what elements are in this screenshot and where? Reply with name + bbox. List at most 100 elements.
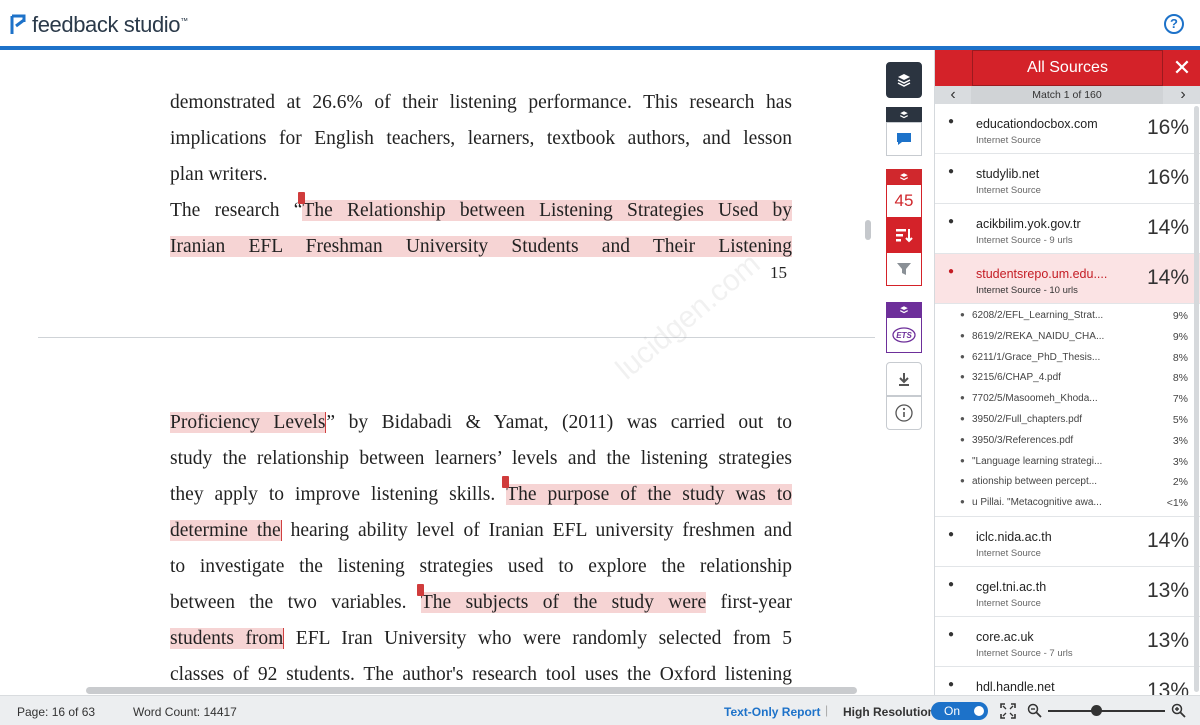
filter-button[interactable]: [886, 252, 922, 286]
match-highlight[interactable]: determine the: [170, 520, 282, 541]
text-line: implications for English teachers, learn…: [170, 128, 792, 149]
panel-title[interactable]: All Sources: [972, 50, 1163, 86]
sub-source-item[interactable]: ● 6211/1/Grace_PhD_Thesis... 8%: [935, 348, 1200, 369]
similarity-score-button[interactable]: 45: [886, 184, 922, 218]
help-button[interactable]: ?: [1164, 14, 1184, 34]
bullet-icon: ●: [948, 216, 955, 227]
page-divider: [38, 337, 875, 338]
toggle-label: On: [944, 704, 961, 718]
feedback-studio-logo-icon: [10, 12, 28, 38]
close-icon[interactable]: ✕: [1163, 50, 1200, 86]
sub-source-item[interactable]: ● "Language learning strategi... 3%: [935, 452, 1200, 473]
bullet-icon: ●: [960, 372, 965, 382]
source-type: Internet Source - 10 urls: [976, 285, 1078, 296]
source-name: studylib.net: [976, 167, 1040, 181]
sub-source-name: "Language learning strategi...: [972, 455, 1103, 467]
chevron-right-icon[interactable]: ›: [1165, 86, 1200, 104]
sub-source-name: 6211/1/Grace_PhD_Thesis...: [972, 351, 1101, 363]
match-highlight[interactable]: The purpose of the study was to: [506, 484, 792, 505]
sub-source-item[interactable]: ● 6208/2/EFL_Learning_Strat... 9%: [935, 306, 1200, 327]
sub-source-name: 6208/2/EFL_Learning_Strat...: [972, 310, 1104, 321]
source-item[interactable]: ● iclc.nida.ac.th Internet Source 14%: [935, 517, 1200, 567]
zoom-slider-thumb[interactable]: [1091, 705, 1102, 716]
match-highlight[interactable]: students from: [170, 628, 285, 649]
match-navigation: ‹ Match 1 of 160 ›: [935, 86, 1200, 104]
zoom-in-icon[interactable]: [1171, 703, 1186, 718]
source-percent: 13%: [1146, 578, 1189, 602]
bullet-icon: ●: [948, 116, 955, 127]
match-highlight[interactable]: Proficiency Levels: [170, 412, 327, 433]
text-line: to investigate the listening strategies …: [170, 556, 792, 577]
text-line: Proficiency Levels” by Bidabadi & Yamat,…: [170, 412, 792, 433]
match-counter: Match 1 of 160: [971, 86, 1163, 104]
match-highlight[interactable]: Iranian EFL Freshman University Students…: [170, 236, 792, 257]
page-number: 15: [770, 263, 787, 282]
match-highlight[interactable]: The subjects of the study were: [420, 592, 707, 613]
horizontal-scrollbar[interactable]: [86, 687, 857, 694]
bullet-icon: ●: [960, 497, 965, 507]
text-line: demonstrated at 26.6% of their listening…: [170, 92, 792, 113]
panel-header: All Sources ✕: [935, 50, 1200, 86]
sub-source-item[interactable]: ● u Pillai. "Metacognitive awa... <1%: [935, 493, 1200, 514]
bullet-icon: ●: [960, 476, 965, 486]
top-bar: feedback studio™ ?: [0, 0, 1200, 50]
bullet-icon: ●: [948, 628, 955, 640]
bullet-icon: ●: [948, 266, 955, 277]
sources-panel: All Sources ✕ ‹ Match 1 of 160 › ● educa…: [934, 50, 1200, 695]
word-count: Word Count: 14417: [133, 705, 237, 719]
bullet-icon: ●: [960, 330, 965, 340]
etrater-layer-tab: [886, 302, 922, 317]
text-line: study the relationship between learners’…: [170, 448, 792, 469]
info-button[interactable]: [886, 396, 922, 430]
match-highlight[interactable]: The Relationship between Listening Strat…: [302, 200, 792, 221]
vertical-scrollbar[interactable]: [865, 220, 871, 240]
document-page-15: demonstrated at 26.6% of their listening…: [170, 85, 792, 265]
page-indicator: Page: 16 of 63: [17, 705, 96, 719]
sub-source-percent: 3%: [1172, 434, 1188, 447]
source-name: hdl.handle.net: [976, 679, 1055, 694]
source-item[interactable]: ● hdl.handle.net Internet Source - 7 url…: [935, 667, 1200, 695]
sub-source-item[interactable]: ● 8619/2/REKA_NAIDU_CHA... 9%: [935, 327, 1200, 348]
source-name: iclc.nida.ac.th: [976, 529, 1052, 544]
layers-icon: [899, 172, 909, 180]
sub-source-item[interactable]: ● 3950/2/Full_chapters.pdf 5%: [935, 410, 1200, 431]
source-item[interactable]: ● studylib.net Internet Source 16%: [935, 154, 1200, 204]
layers-button[interactable]: [886, 62, 922, 98]
source-percent: 13%: [1146, 628, 1189, 652]
match-overview-button[interactable]: [886, 218, 922, 252]
source-percent: 16%: [1146, 166, 1189, 189]
panel-scrollbar[interactable]: [1194, 106, 1199, 692]
sub-source-item[interactable]: ● 7702/5/Masoomeh_Khoda... 7%: [935, 389, 1200, 410]
source-item-selected[interactable]: ● studentsrepo.um.edu.... Internet Sourc…: [935, 254, 1200, 304]
text-only-report-link[interactable]: Text-Only Report: [724, 705, 820, 719]
high-resolution-toggle[interactable]: On: [931, 702, 988, 720]
source-name: cgel.tni.ac.th: [976, 579, 1047, 594]
download-button[interactable]: [886, 362, 922, 396]
download-icon: [899, 373, 909, 386]
source-list: ● educationdocbox.com Internet Source 16…: [935, 104, 1200, 695]
source-type: Internet Source: [976, 597, 1041, 609]
zoom-slider-track[interactable]: [1048, 710, 1165, 712]
ets-button[interactable]: ETS: [886, 317, 922, 353]
sub-source-name: u Pillai. "Metacognitive awa...: [972, 497, 1102, 509]
divider: |: [825, 703, 829, 717]
sub-source-item[interactable]: ● 3215/6/CHAP_4.pdf 8%: [935, 368, 1200, 389]
sub-source-percent: 8%: [1172, 351, 1188, 364]
bullet-icon: ●: [948, 166, 955, 177]
source-item[interactable]: ● educationdocbox.com Internet Source 16…: [935, 104, 1200, 154]
sub-source-percent: <1%: [1166, 497, 1188, 510]
fullscreen-icon[interactable]: [1000, 703, 1016, 719]
source-item[interactable]: ● acikbilim.yok.gov.tr Internet Source -…: [935, 204, 1200, 254]
source-name: educationdocbox.com: [976, 117, 1098, 131]
grading-layer-tab: [886, 107, 922, 122]
comments-button[interactable]: [886, 122, 922, 156]
sub-source-item[interactable]: ● ationship between percept... 2%: [935, 472, 1200, 493]
source-item[interactable]: ● core.ac.uk Internet Source - 7 urls 13…: [935, 617, 1200, 667]
bullet-icon: ●: [960, 351, 965, 361]
source-item[interactable]: ● cgel.tni.ac.th Internet Source 13%: [935, 567, 1200, 617]
zoom-out-icon[interactable]: [1027, 703, 1042, 718]
chevron-left-icon[interactable]: ‹: [935, 86, 971, 104]
text-line: they apply to improve listening skills. …: [170, 476, 792, 513]
text-line: students from EFL Iran University who we…: [170, 628, 792, 649]
sub-source-item[interactable]: ● 3950/3/References.pdf 3%: [935, 431, 1200, 452]
